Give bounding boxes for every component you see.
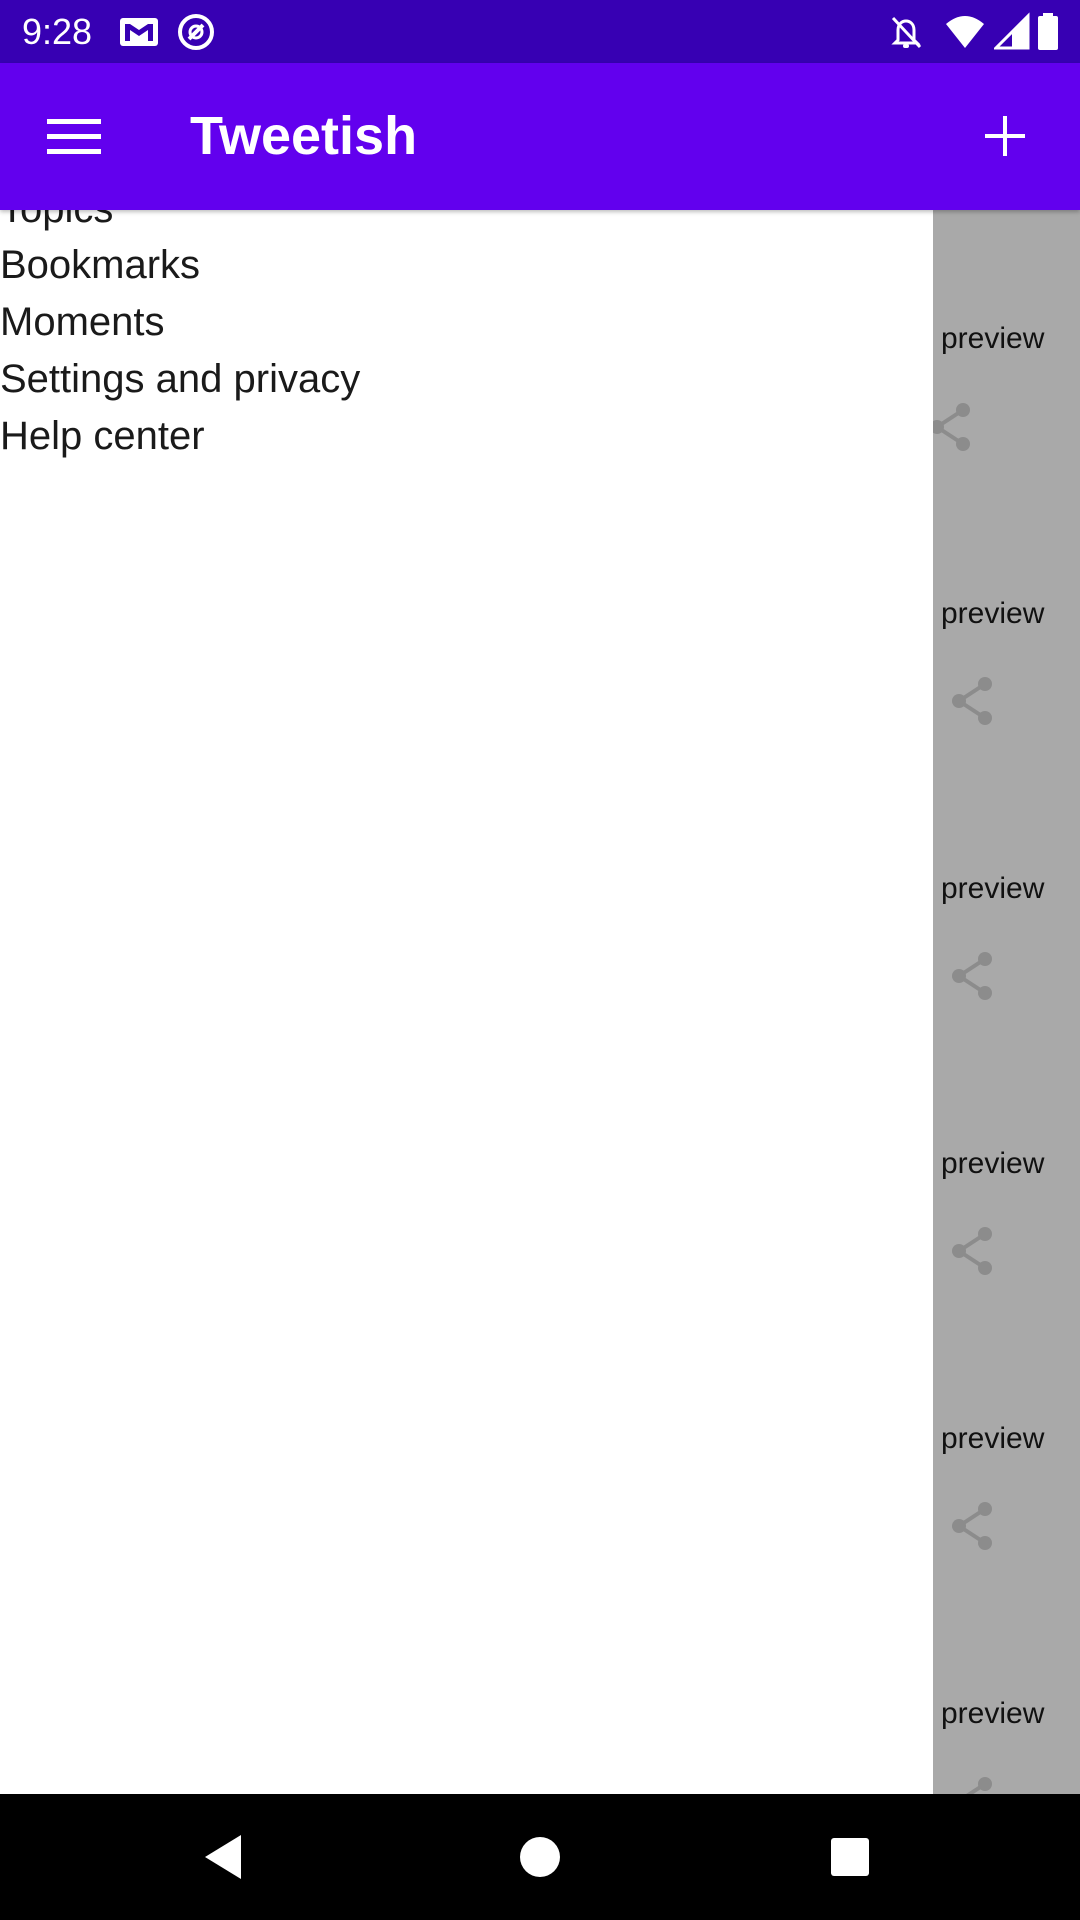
battery-icon <box>1036 12 1062 52</box>
share-icon <box>952 677 992 725</box>
navigation-drawer: Topics Bookmarks Moments Settings and pr… <box>0 210 933 1794</box>
hamburger-menu-icon <box>47 119 101 154</box>
app-bar: Tweetish <box>0 63 1080 210</box>
app-screen: 9:28 Tweetish Bookmarks Moments Settings… <box>0 0 1080 1920</box>
drawer-item-topics[interactable]: Topics <box>0 210 113 234</box>
drawer-scrim[interactable]: preview preview preview preview preview … <box>933 210 1080 1794</box>
recents-button[interactable] <box>820 1827 880 1887</box>
share-icon <box>933 403 970 451</box>
preview-label: preview <box>941 1697 1045 1730</box>
status-bar: 9:28 <box>0 0 1080 63</box>
recents-square-icon <box>831 1838 869 1876</box>
home-button[interactable] <box>510 1827 570 1887</box>
drawer-item-moments[interactable]: Moments <box>0 297 165 347</box>
preview-label: preview <box>941 872 1045 905</box>
gmail-icon <box>118 12 158 52</box>
preview-label: preview <box>941 322 1045 355</box>
menu-button[interactable] <box>30 91 120 181</box>
add-button[interactable] <box>960 91 1050 181</box>
back-button[interactable] <box>195 1827 255 1887</box>
system-navigation-bar <box>0 1794 1080 1920</box>
drawer-item-bookmarks[interactable]: Bookmarks <box>0 240 200 290</box>
home-circle-icon <box>520 1837 560 1877</box>
share-icon <box>952 952 992 1000</box>
at-sign-icon <box>176 12 216 52</box>
preview-label: preview <box>941 1422 1045 1455</box>
preview-label: preview <box>941 597 1045 630</box>
plus-icon <box>985 116 1025 156</box>
notifications-off-icon <box>886 12 926 52</box>
wifi-icon <box>944 12 984 52</box>
signal-icon <box>992 12 1034 52</box>
drawer-item-settings-and-privacy[interactable]: Settings and privacy <box>0 354 360 404</box>
app-title: Tweetish <box>190 106 418 166</box>
status-time: 9:28 <box>22 11 93 52</box>
preview-label: preview <box>941 1147 1045 1180</box>
share-icon <box>952 1227 992 1275</box>
back-triangle-icon <box>205 1835 241 1879</box>
share-icon <box>952 1502 992 1550</box>
drawer-item-help-center[interactable]: Help center <box>0 411 205 461</box>
share-icon <box>966 1777 992 1794</box>
